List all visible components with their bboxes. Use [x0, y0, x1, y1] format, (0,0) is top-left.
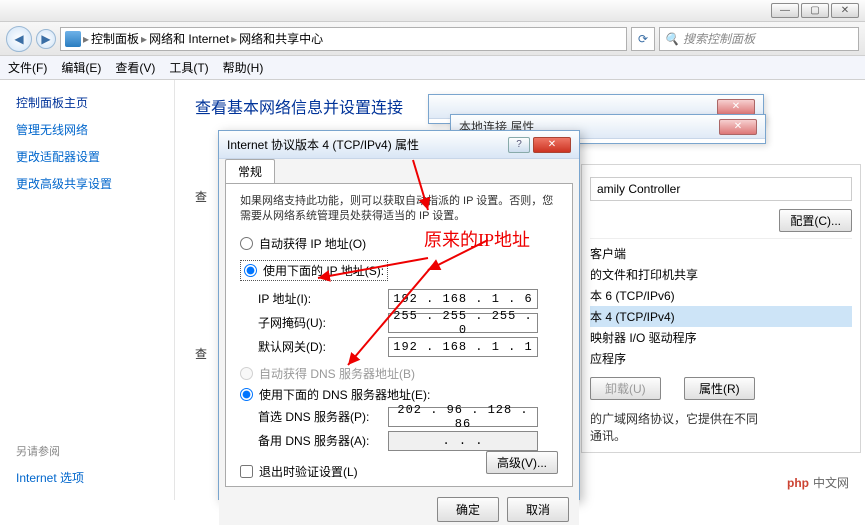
input-preferred-dns[interactable]: 202 . 96 . 128 . 86 — [388, 407, 538, 427]
refresh-button[interactable]: ⟳ — [631, 27, 655, 51]
radio-manual-ip[interactable]: 使用下面的 IP 地址(S): — [240, 260, 388, 281]
label-ip-address: IP 地址(I): — [258, 290, 388, 307]
ok-button[interactable]: 确定 — [437, 497, 499, 522]
properties-button[interactable]: 属性(R) — [684, 377, 755, 400]
control-panel-icon — [65, 31, 81, 47]
input-ip-address[interactable]: 192 . 168 . 1 . 6 — [388, 289, 538, 309]
window-titlebar: — ▢ ✕ — [0, 0, 865, 22]
search-input[interactable]: 🔍 搜索控制面板 — [659, 27, 859, 51]
configure-button[interactable]: 配置(C)... — [779, 209, 852, 232]
sidebar-link-adapter[interactable]: 更改适配器设置 — [16, 148, 158, 165]
list-item[interactable]: 的文件和打印机共享 — [590, 264, 852, 285]
label-alternate-dns: 备用 DNS 服务器(A): — [258, 432, 388, 449]
sidebar-seealso-heading: 另请参阅 — [16, 443, 158, 459]
input-subnet-mask[interactable]: 255 . 255 . 255 . 0 — [388, 313, 538, 333]
minimize-button[interactable]: — — [771, 3, 799, 18]
explorer-nav-row: ◀ ▶ ▸ 控制面板 ▸ 网络和 Internet ▸ 网络和共享中心 ⟳ 🔍 … — [0, 22, 865, 56]
chevron-right-icon: ▸ — [141, 32, 147, 46]
breadcrumb-item[interactable]: 控制面板 — [91, 30, 139, 47]
watermark-brand: php — [787, 476, 809, 490]
close-icon[interactable]: ✕ — [717, 99, 755, 115]
description-text: 如果网络支持此功能，则可以获取自动指派的 IP 设置。否则，您需要从网络系统管理… — [240, 194, 558, 225]
input-alternate-dns[interactable]: . . . — [388, 431, 538, 451]
list-item[interactable]: 应程序 — [590, 348, 852, 369]
watermark-text: 中文网 — [813, 474, 849, 491]
network-components-list: 客户端 的文件和打印机共享 本 6 (TCP/IPv6) 本 4 (TCP/IP… — [590, 238, 852, 369]
advanced-button[interactable]: 高级(V)... — [486, 451, 558, 474]
menu-edit[interactable]: 编辑(E) — [61, 59, 101, 76]
menu-file[interactable]: 文件(F) — [8, 59, 47, 76]
menu-help[interactable]: 帮助(H) — [223, 59, 264, 76]
menu-tools[interactable]: 工具(T) — [169, 59, 208, 76]
breadcrumb-item[interactable]: 网络和共享中心 — [239, 30, 323, 47]
back-button[interactable]: ◀ — [6, 26, 32, 52]
menu-bar: 文件(F) 编辑(E) 查看(V) 工具(T) 帮助(H) — [0, 56, 865, 80]
list-item[interactable]: 本 6 (TCP/IPv6) — [590, 285, 852, 306]
address-breadcrumb[interactable]: ▸ 控制面板 ▸ 网络和 Internet ▸ 网络和共享中心 — [60, 27, 627, 51]
search-placeholder: 搜索控制面板 — [683, 30, 755, 47]
description-text: 的广域网络协议，它提供在不同通讯。 — [590, 410, 852, 444]
sidebar-link-wireless[interactable]: 管理无线网络 — [16, 121, 158, 138]
cancel-button[interactable]: 取消 — [507, 497, 569, 522]
chevron-right-icon: ▸ — [83, 32, 89, 46]
input-default-gateway[interactable]: 192 . 168 . 1 . 1 — [388, 337, 538, 357]
help-button[interactable]: ? — [508, 137, 530, 153]
list-item[interactable]: 本 4 (TCP/IPv4) — [590, 306, 852, 327]
radio-manual-dns[interactable]: 使用下面的 DNS 服务器地址(E): — [240, 386, 558, 403]
sidebar-link-internet-options[interactable]: Internet 选项 — [16, 469, 158, 486]
radio-auto-dns: 自动获得 DNS 服务器地址(B) — [240, 365, 558, 382]
menu-view[interactable]: 查看(V) — [115, 59, 155, 76]
list-item[interactable]: 映射器 I/O 驱动程序 — [590, 327, 852, 348]
sidebar-home[interactable]: 控制面板主页 — [16, 94, 158, 111]
network-properties-fragment: amily Controller 配置(C)... 客户端 的文件和打印机共享 … — [581, 164, 861, 453]
list-item[interactable]: 客户端 — [590, 243, 852, 264]
window-close-button[interactable]: ✕ — [831, 3, 859, 18]
controller-name: amily Controller — [590, 177, 852, 201]
search-icon: 🔍 — [664, 32, 679, 46]
dialog-title: Internet 协议版本 4 (TCP/IPv4) 属性 — [227, 136, 419, 153]
maximize-button[interactable]: ▢ — [801, 3, 829, 18]
tab-general[interactable]: 常规 — [225, 159, 275, 183]
label-default-gateway: 默认网关(D): — [258, 338, 388, 355]
dialog-ipv4-properties: Internet 协议版本 4 (TCP/IPv4) 属性 ? ✕ 常规 如果网… — [218, 130, 580, 500]
watermark: php 中文网 — [777, 471, 859, 494]
sidebar: 控制面板主页 管理无线网络 更改适配器设置 更改高级共享设置 另请参阅 Inte… — [0, 80, 175, 500]
close-icon[interactable]: ✕ — [719, 119, 757, 135]
tab-strip: 常规 — [219, 159, 579, 183]
label-preferred-dns: 首选 DNS 服务器(P): — [258, 408, 388, 425]
uninstall-button[interactable]: 卸载(U) — [590, 377, 661, 400]
chevron-right-icon: ▸ — [231, 32, 237, 46]
close-button[interactable]: ✕ — [533, 137, 571, 153]
radio-auto-ip[interactable]: 自动获得 IP 地址(O) — [240, 235, 558, 252]
forward-button[interactable]: ▶ — [36, 29, 56, 49]
sidebar-link-sharing[interactable]: 更改高级共享设置 — [16, 175, 158, 192]
breadcrumb-item[interactable]: 网络和 Internet — [149, 30, 229, 47]
label-subnet-mask: 子网掩码(U): — [258, 314, 388, 331]
